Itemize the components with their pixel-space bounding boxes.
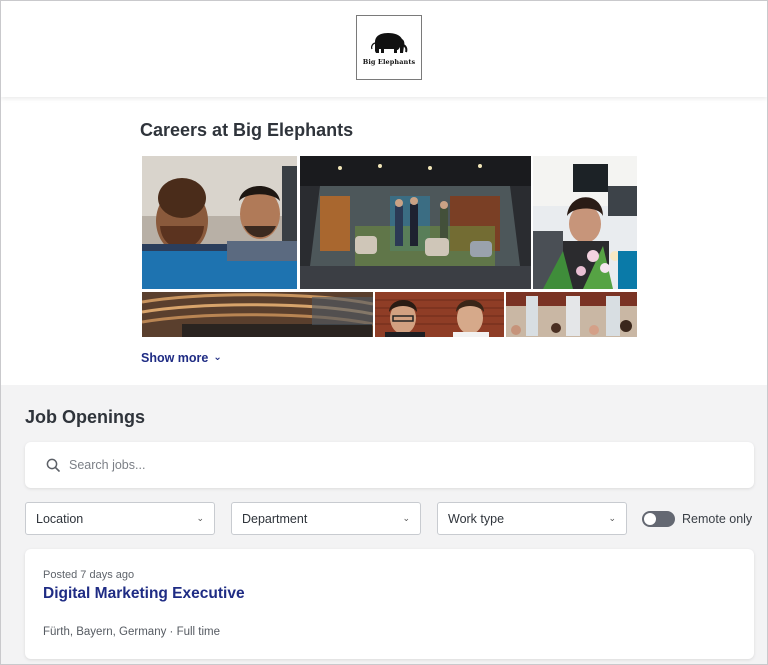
- chevron-down-icon: ⌄: [402, 513, 410, 523]
- gallery-photo-office[interactable]: [300, 156, 531, 289]
- search-icon: [44, 456, 62, 474]
- chevron-down-icon: ⌄: [196, 513, 204, 523]
- department-select-label: Department: [242, 511, 308, 526]
- careers-title: Careers at Big Elephants: [140, 120, 354, 140]
- location-select-label: Location: [36, 511, 84, 526]
- page: Big Elephants Careers at Big Elephants S…: [0, 0, 768, 665]
- show-more-label: Show more: [141, 351, 209, 365]
- careers-hero: Careers at Big Elephants Show more ⌄: [1, 97, 767, 385]
- work-type-select[interactable]: Work type ⌄: [437, 502, 627, 535]
- toggle-knob: [644, 513, 656, 525]
- gallery-photo-team[interactable]: [142, 156, 297, 289]
- job-openings-title: Job Openings: [25, 407, 146, 427]
- remote-only-label: Remote only: [682, 512, 753, 526]
- chevron-down-icon: ⌄: [608, 513, 616, 523]
- chevron-down-icon: ⌄: [213, 351, 222, 363]
- gallery-photo-workspace[interactable]: [533, 156, 637, 289]
- work-type-select-label: Work type: [448, 511, 505, 526]
- photo-gallery[interactable]: [141, 156, 637, 337]
- job-title-link[interactable]: Digital Marketing Executive: [43, 585, 245, 603]
- department-select[interactable]: Department ⌄: [231, 502, 421, 535]
- location-select[interactable]: Location ⌄: [25, 502, 215, 535]
- job-card[interactable]: Posted 7 days ago Digital Marketing Exec…: [25, 549, 754, 659]
- logo-text: Big Elephants: [362, 58, 416, 66]
- gallery-photo-openspace[interactable]: [506, 292, 637, 337]
- company-logo[interactable]: Big Elephants: [356, 15, 422, 80]
- job-posted-date: Posted 7 days ago: [43, 569, 135, 581]
- site-header: Big Elephants: [1, 1, 767, 97]
- remote-only-filter: Remote only: [642, 511, 752, 527]
- elephant-icon: [371, 33, 408, 53]
- remote-only-toggle[interactable]: [642, 511, 675, 527]
- gallery-photo-colleagues[interactable]: [375, 292, 504, 337]
- gallery-photo-ceiling[interactable]: [142, 292, 373, 337]
- job-location-type: Fürth, Bayern, Germany · Full time: [43, 626, 221, 638]
- search-bar[interactable]: [25, 442, 754, 488]
- search-input[interactable]: [69, 458, 709, 472]
- show-more-button[interactable]: Show more ⌄: [141, 351, 222, 365]
